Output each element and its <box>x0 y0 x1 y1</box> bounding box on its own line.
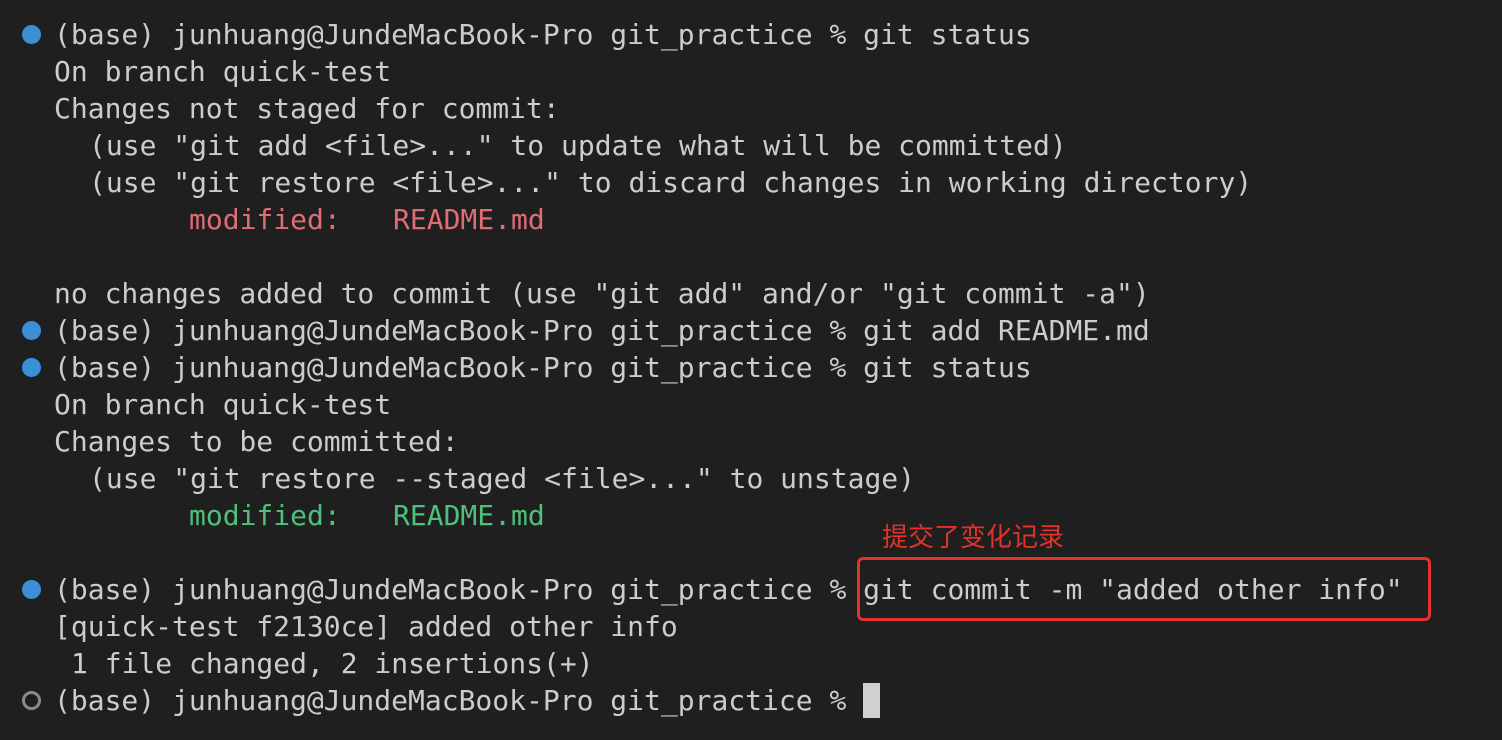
terminal-panel[interactable]: (base) junhuang@JundeMacBook-Pro git_pra… <box>0 0 1502 740</box>
modified-file-line: modified: README.md <box>0 201 545 238</box>
annotation-highlight-box <box>857 557 1431 621</box>
shell-prompt: (base) junhuang@JundeMacBook-Pro git_pra… <box>54 573 864 606</box>
output-line: (use "git restore <file>..." to discard … <box>0 164 1252 201</box>
command-status-dot-icon[interactable] <box>22 25 41 44</box>
output-line: 1 file changed, 2 insertions(+) <box>0 645 594 682</box>
output-line: On branch quick-test <box>0 386 391 423</box>
active-prompt-line[interactable]: (base) junhuang@JundeMacBook-Pro git_pra… <box>0 682 881 719</box>
command-status-dot-icon[interactable] <box>22 580 41 599</box>
output-line: Changes to be committed: <box>0 423 459 460</box>
command-text: git add README.md <box>863 314 1150 347</box>
output-line: On branch quick-test <box>0 53 391 90</box>
command-status-dot-icon[interactable] <box>22 321 41 340</box>
command-status-dot-icon[interactable] <box>22 358 41 377</box>
output-line: [quick-test f2130ce] added other info <box>0 608 678 645</box>
output-text: (use "git restore --staged <file>..." to… <box>89 462 916 495</box>
output-text: (use "git add <file>..." to update what … <box>89 129 1067 162</box>
modified-label: modified: <box>189 499 341 532</box>
command-line: (base) junhuang@JundeMacBook-Pro git_pra… <box>0 312 1150 349</box>
text-cursor[interactable] <box>863 683 881 718</box>
command-text: git status <box>863 351 1032 384</box>
shell-prompt: (base) junhuang@JundeMacBook-Pro git_pra… <box>54 684 864 717</box>
output-line: no changes added to commit (use "git add… <box>0 275 1150 312</box>
output-text: 1 file changed, 2 insertions(+) <box>71 647 594 680</box>
output-line: Changes not staged for commit: <box>0 90 560 127</box>
output-line: (use "git add <file>..." to update what … <box>0 127 1067 164</box>
output-text: Changes to be committed: <box>54 425 459 458</box>
modified-file-name: README.md <box>393 203 545 236</box>
command-line: (base) junhuang@JundeMacBook-Pro git_pra… <box>0 349 1032 386</box>
output-text: On branch quick-test <box>54 55 392 88</box>
staged-file-line: modified: README.md <box>0 497 545 534</box>
command-line: (base) junhuang@JundeMacBook-Pro git_pra… <box>0 16 1032 53</box>
output-text: [quick-test f2130ce] added other info <box>54 610 678 643</box>
shell-prompt: (base) junhuang@JundeMacBook-Pro git_pra… <box>54 18 864 51</box>
command-line: (base) junhuang@JundeMacBook-Pro git_pra… <box>0 571 1403 608</box>
shell-prompt: (base) junhuang@JundeMacBook-Pro git_pra… <box>54 314 864 347</box>
output-line: (use "git restore --staged <file>..." to… <box>0 460 915 497</box>
pending-status-dot-icon[interactable] <box>22 691 41 710</box>
modified-label: modified: <box>189 203 341 236</box>
command-text: git status <box>863 18 1032 51</box>
output-text: Changes not staged for commit: <box>54 92 560 125</box>
output-text: On branch quick-test <box>54 388 392 421</box>
shell-prompt: (base) junhuang@JundeMacBook-Pro git_pra… <box>54 351 864 384</box>
output-text: no changes added to commit (use "git add… <box>54 277 1150 310</box>
annotation-label: 提交了变化记录 <box>882 523 1065 553</box>
modified-file-name: README.md <box>393 499 545 532</box>
output-text: (use "git restore <file>..." to discard … <box>89 166 1253 199</box>
